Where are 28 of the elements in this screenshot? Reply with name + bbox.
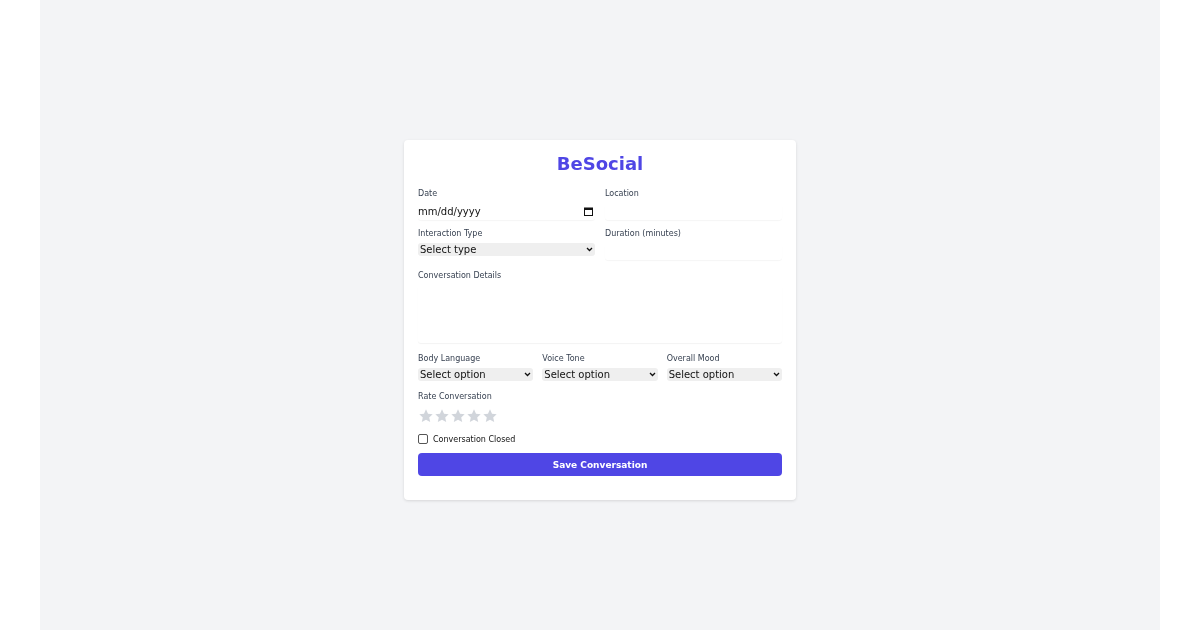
date-field[interactable]: mm/dd/yyyy — [418, 203, 595, 220]
star-icon[interactable] — [450, 408, 466, 424]
save-button[interactable]: Save Conversation — [418, 453, 782, 476]
field-label: Body Language — [418, 353, 482, 364]
option-select[interactable]: Select option — [418, 368, 534, 381]
field-label: Interaction Type — [418, 228, 484, 239]
star-icon[interactable] — [418, 408, 434, 424]
field-label: Date — [418, 188, 439, 199]
field-label: Duration (minutes) — [605, 228, 682, 239]
star-icon[interactable] — [482, 408, 498, 424]
star-icon[interactable] — [434, 408, 450, 424]
interaction-type-select[interactable]: Select type — [418, 243, 595, 256]
field-label: Overall Mood — [666, 353, 721, 364]
checkbox-label: Conversation Closed — [433, 434, 516, 444]
field-label: Voice Tone — [542, 353, 586, 364]
app-title: BeSocial — [555, 152, 645, 176]
calendar-icon — [584, 207, 593, 216]
field-label: Location — [605, 188, 640, 199]
chevron-down-icon — [773, 372, 780, 377]
option-select[interactable]: Select option — [542, 368, 658, 381]
field-label: Conversation Details — [418, 270, 503, 281]
chevron-down-icon — [648, 372, 656, 377]
chevron-down-icon — [586, 247, 593, 252]
chevron-down-icon — [524, 372, 532, 377]
star-icon[interactable] — [466, 408, 482, 424]
option-select[interactable]: Select option — [666, 368, 782, 381]
checkbox[interactable] — [418, 434, 428, 444]
field-label: Rate Conversation — [418, 391, 493, 402]
